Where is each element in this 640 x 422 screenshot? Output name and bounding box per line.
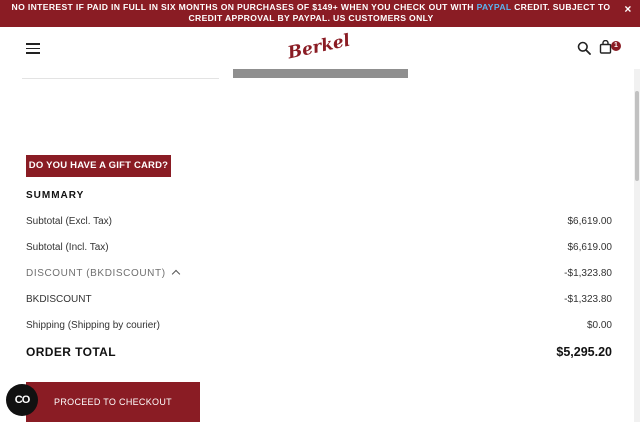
cookie-preferences-button[interactable]: CO <box>6 384 38 416</box>
discount-toggle[interactable]: DISCOUNT (BKDISCOUNT) <box>26 268 180 279</box>
cart-count-badge: 1 <box>611 41 621 51</box>
row-label: DISCOUNT (BKDISCOUNT) <box>26 268 166 279</box>
row-label: Subtotal (Incl. Tax) <box>26 242 109 253</box>
row-value: $6,619.00 <box>567 242 613 253</box>
scrollbar-thumb[interactable] <box>635 91 639 181</box>
row-label: BKDISCOUNT <box>26 294 92 305</box>
shipping-row: Shipping (Shipping by courier) $0.00 <box>26 320 612 334</box>
order-total-value: $5,295.20 <box>556 345 612 359</box>
menu-icon[interactable] <box>26 43 40 54</box>
order-total-row: ORDER TOTAL $5,295.20 <box>26 345 612 361</box>
row-value: -$1,323.80 <box>564 294 612 305</box>
row-label: Subtotal (Excl. Tax) <box>26 216 112 227</box>
promo-banner: NO INTEREST IF PAID IN FULL IN SIX MONTH… <box>0 0 640 27</box>
summary-heading: SUMMARY <box>26 190 85 201</box>
row-label: Shipping (Shipping by courier) <box>26 320 160 331</box>
promo-text-start: NO INTEREST IF PAID IN FULL IN SIX MONTH… <box>11 2 477 12</box>
row-value: $6,619.00 <box>567 216 613 227</box>
search-icon[interactable] <box>577 41 591 55</box>
discount-code-row: BKDISCOUNT -$1,323.80 <box>26 294 612 308</box>
discount-toggle-row[interactable]: DISCOUNT (BKDISCOUNT) -$1,323.80 <box>26 268 612 282</box>
subtotal-excl-tax-row: Subtotal (Excl. Tax) $6,619.00 <box>26 216 612 230</box>
chevron-up-icon[interactable] <box>171 269 180 279</box>
row-value: $0.00 <box>586 320 612 331</box>
subtotal-incl-tax-row: Subtotal (Incl. Tax) $6,619.00 <box>26 242 612 256</box>
paypal-link[interactable]: PAYPAL <box>477 2 512 12</box>
berkel-logo[interactable]: Berkel <box>286 25 352 69</box>
gift-card-button[interactable]: DO YOU HAVE A GIFT CARD? <box>26 155 171 177</box>
site-header: Berkel <box>0 27 634 69</box>
row-value: -$1,323.80 <box>564 268 612 279</box>
order-total-label: ORDER TOTAL <box>26 345 116 359</box>
proceed-to-checkout-button[interactable]: PROCEED TO CHECKOUT <box>26 382 200 422</box>
section-divider <box>22 78 219 79</box>
disabled-button-remnant <box>233 69 408 78</box>
close-icon[interactable]: × <box>622 3 634 15</box>
